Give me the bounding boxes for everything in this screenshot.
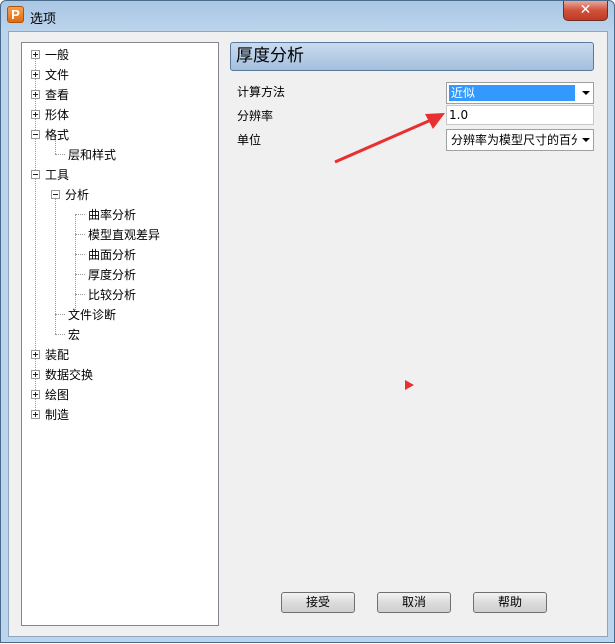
tree-item-format[interactable]: 格式 (31, 125, 69, 143)
tree-item-label: 文件 (45, 67, 70, 82)
chevron-down-icon[interactable] (582, 138, 590, 142)
category-tree[interactable]: 一般 文件 查看 形体 格式 层和样式 工具 分析 曲率分析 模型直观差异 曲面… (21, 42, 219, 626)
chevron-down-icon[interactable] (582, 91, 590, 95)
tree-item-label: 制造 (45, 407, 70, 422)
close-icon: ✕ (579, 2, 592, 18)
expand-icon[interactable] (31, 89, 40, 99)
tree-item-thickness-analysis[interactable]: 厚度分析 (75, 265, 136, 283)
expand-icon[interactable] (31, 349, 40, 359)
panel-title: 厚度分析 (230, 42, 594, 71)
tree-connector (75, 253, 85, 255)
tree-item-model-visual-diff[interactable]: 模型直观差异 (75, 225, 160, 243)
resolution-input[interactable]: 1.0 (446, 105, 594, 125)
dialog-body: 一般 文件 查看 形体 格式 层和样式 工具 分析 曲率分析 模型直观差异 曲面… (8, 31, 608, 637)
unit-dropdown[interactable]: 分辨率为模型尺寸的百分 (446, 129, 594, 151)
options-dialog: P 选项 ✕ 一般 文件 查看 形体 格式 层和样式 工具 分析 曲率分析 模型… (0, 0, 615, 643)
calc-method-label: 计算方法 (237, 85, 286, 99)
tree-item-label: 曲率分析 (88, 207, 137, 222)
tree-connector (75, 293, 85, 295)
tree-item-label: 形体 (45, 107, 70, 122)
collapse-icon[interactable] (31, 129, 40, 139)
expand-icon[interactable] (31, 389, 40, 399)
tree-item-data-exchange[interactable]: 数据交换 (31, 365, 93, 383)
resolution-label: 分辨率 (237, 109, 274, 123)
tree-item-label: 绘图 (45, 387, 70, 402)
window-title: 选项 (30, 12, 57, 27)
tree-item-macro[interactable]: 宏 (55, 325, 80, 343)
tree-item-label: 工具 (45, 167, 70, 182)
tree-item-curvature-analysis[interactable]: 曲率分析 (75, 205, 136, 223)
expand-icon[interactable] (31, 109, 40, 119)
tree-item-label: 厚度分析 (88, 267, 137, 282)
collapse-icon[interactable] (31, 169, 40, 179)
tree-item-label: 格式 (45, 127, 70, 142)
expand-icon[interactable] (31, 409, 40, 419)
tree-item-drawing[interactable]: 绘图 (31, 385, 69, 403)
tree-item-label: 曲面分析 (88, 247, 137, 262)
tree-item-label: 文件诊断 (68, 307, 117, 322)
tree-connector (75, 213, 85, 215)
tree-item-shape[interactable]: 形体 (31, 105, 69, 123)
tree-item-manufacturing[interactable]: 制造 (31, 405, 69, 423)
red-triangle-marker (405, 380, 414, 390)
tree-item-label: 分析 (65, 187, 90, 202)
calc-method-value: 近似 (449, 85, 575, 101)
expand-icon[interactable] (31, 49, 40, 59)
tree-item-general[interactable]: 一般 (31, 45, 69, 63)
tree-connector (75, 233, 85, 235)
tree-connector (55, 333, 65, 335)
tree-item-file[interactable]: 文件 (31, 65, 69, 83)
tree-item-tools[interactable]: 工具 (31, 165, 69, 183)
tree-item-view[interactable]: 查看 (31, 85, 69, 103)
tree-item-surface-analysis[interactable]: 曲面分析 (75, 245, 136, 263)
calc-method-dropdown[interactable]: 近似 (446, 82, 594, 104)
tree-connector (75, 273, 85, 275)
tree-item-label: 查看 (45, 87, 70, 102)
help-button[interactable]: 帮助 (473, 592, 547, 613)
close-button[interactable]: ✕ (563, 1, 608, 21)
tree-item-label: 层和样式 (68, 147, 117, 162)
tree-connector (55, 153, 65, 155)
tree-item-analysis[interactable]: 分析 (51, 185, 89, 203)
accept-button[interactable]: 接受 (281, 592, 355, 613)
app-logo-icon: P (7, 6, 24, 23)
tree-item-file-diagnostics[interactable]: 文件诊断 (55, 305, 116, 323)
expand-icon[interactable] (31, 69, 40, 79)
title-bar[interactable]: P 选项 ✕ (1, 1, 614, 31)
unit-label: 单位 (237, 133, 262, 147)
cancel-button[interactable]: 取消 (377, 592, 451, 613)
tree-item-label: 一般 (45, 47, 70, 62)
tree-item-label: 模型直观差异 (88, 227, 161, 242)
tree-item-compare-analysis[interactable]: 比较分析 (75, 285, 136, 303)
tree-item-label: 宏 (68, 327, 81, 342)
tree-item-layers-styles[interactable]: 层和样式 (55, 145, 116, 163)
collapse-icon[interactable] (51, 189, 60, 199)
tree-item-assembly[interactable]: 装配 (31, 345, 69, 363)
tree-item-label: 比较分析 (88, 287, 137, 302)
tree-item-label: 数据交换 (45, 367, 94, 382)
unit-value: 分辨率为模型尺寸的百分 (451, 133, 577, 147)
tree-item-label: 装配 (45, 347, 70, 362)
tree-connector (55, 313, 65, 315)
expand-icon[interactable] (31, 369, 40, 379)
